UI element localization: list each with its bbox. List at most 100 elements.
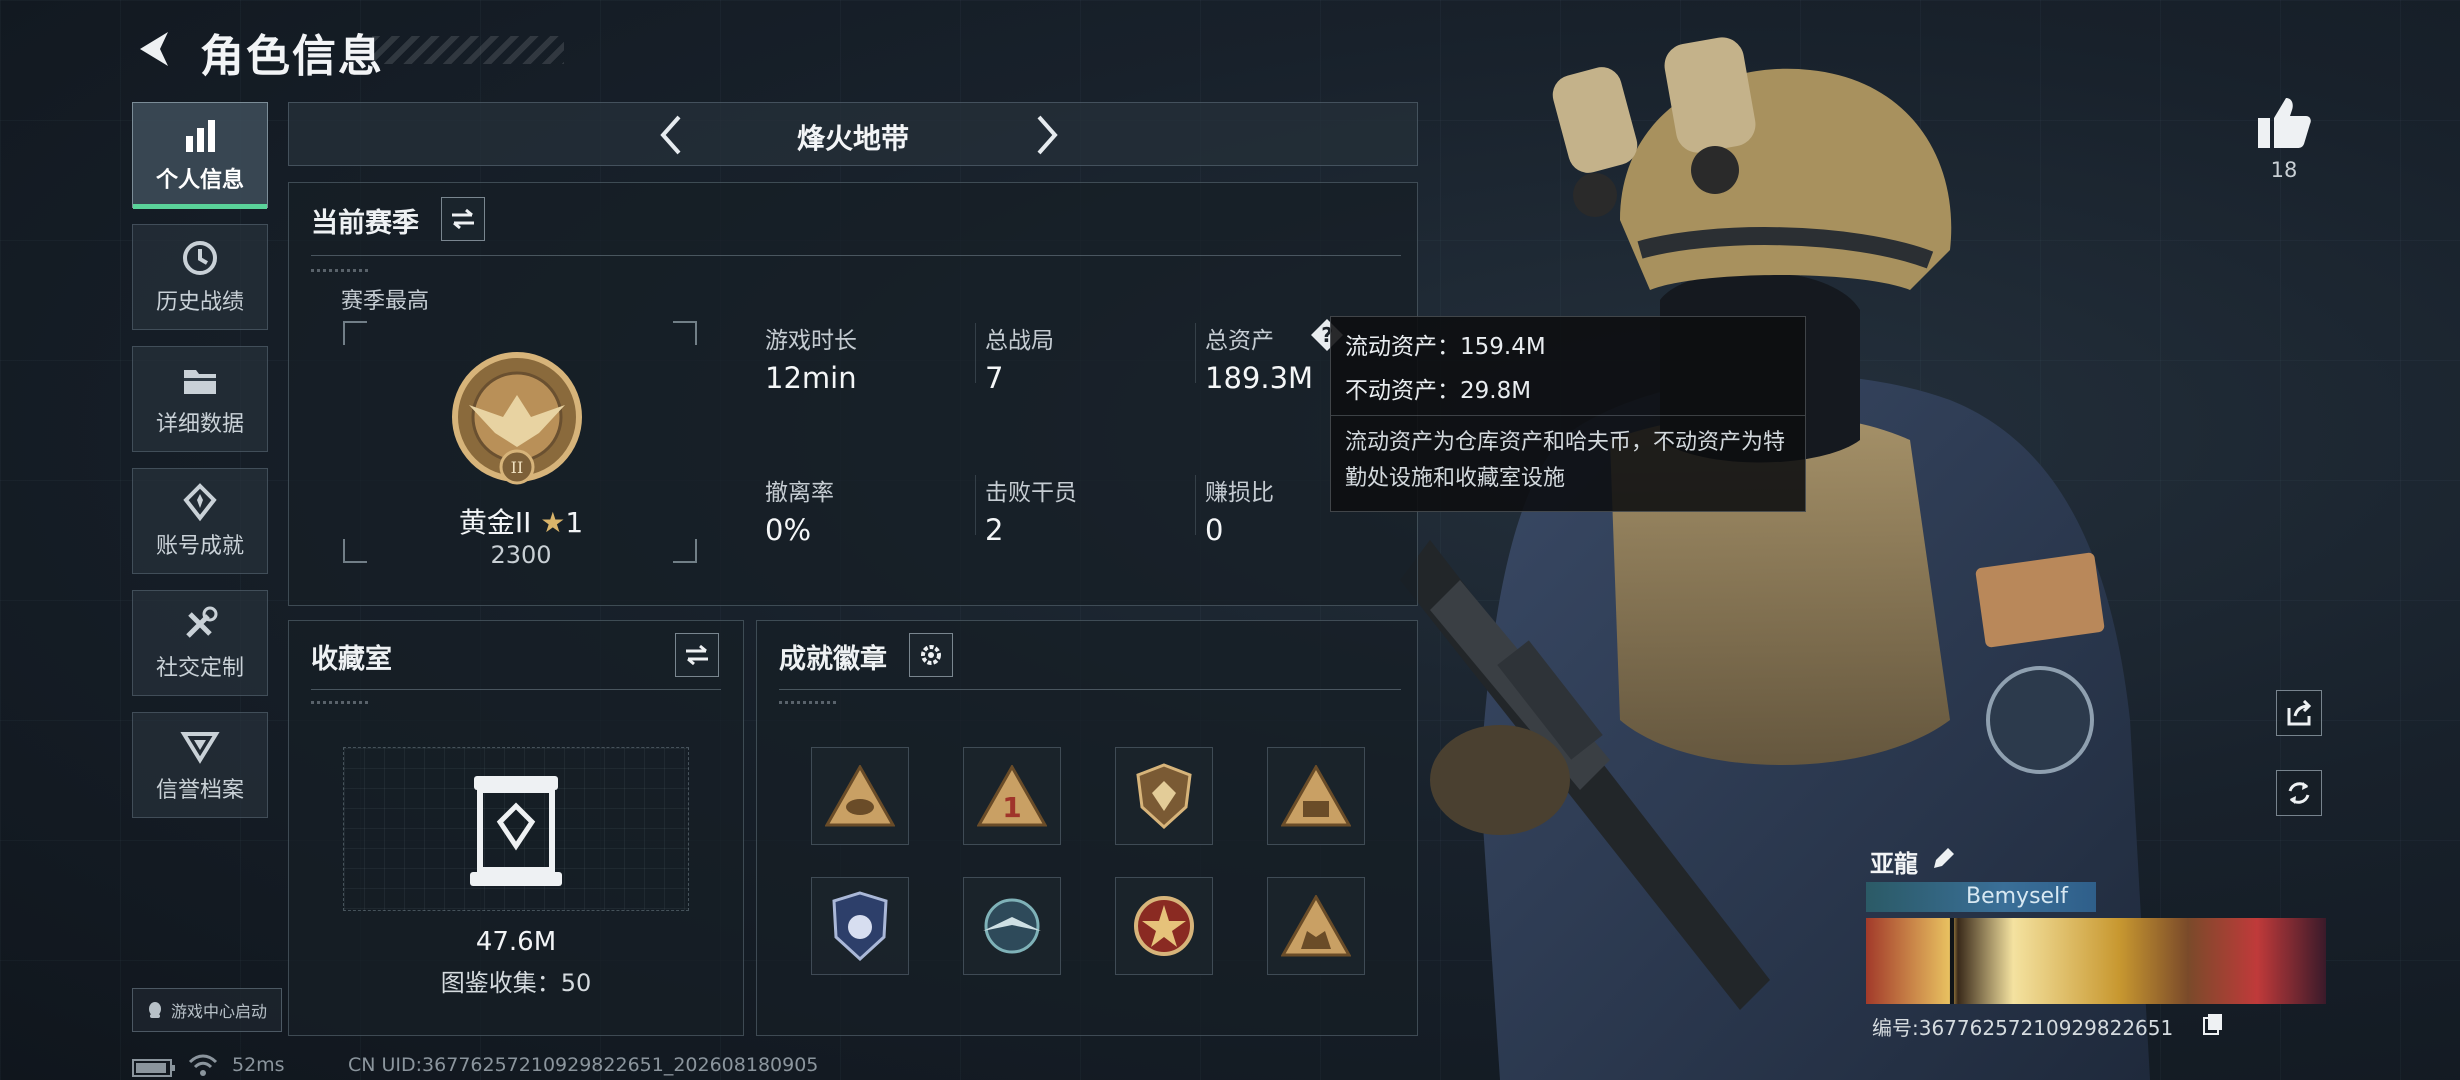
next-mode-arrow-icon[interactable] — [1021, 111, 1069, 159]
badge-item[interactable] — [963, 877, 1061, 975]
stat-label: 击败干员 — [985, 480, 1077, 506]
refresh-button[interactable] — [2276, 770, 2322, 816]
collection-value: 47.6M — [475, 927, 557, 957]
stat-separator — [1195, 323, 1196, 383]
thumbs-up-icon[interactable] — [2256, 96, 2312, 150]
badge-item[interactable] — [811, 747, 909, 845]
stat-label: 赚损比 — [1205, 480, 1274, 506]
svg-text:1: 1 — [1002, 791, 1021, 824]
badges-title: 成就徽章 — [779, 644, 887, 675]
page-title: 角色信息 — [200, 31, 384, 82]
title-decoration — [372, 36, 564, 64]
badges-panel: 成就徽章 1 — [756, 620, 1418, 1036]
rank-name: 黄金II — [458, 506, 532, 539]
share-button[interactable] — [2276, 690, 2322, 736]
tooltip-divider — [1331, 415, 1805, 416]
asset-tooltip: 流动资产：159.4M 不动资产：29.8M 流动资产为仓库资产和哈夫币，不动资… — [1330, 316, 1806, 512]
beast-badge-icon — [1281, 895, 1351, 957]
gear-icon — [921, 645, 941, 665]
number-one-badge-icon: 1 — [977, 765, 1047, 827]
gold-rank-emblem-icon: II — [452, 352, 582, 485]
star-badge-icon — [1134, 896, 1194, 956]
nav-label: 详细数据 — [155, 412, 244, 437]
badge-item[interactable] — [1115, 747, 1213, 845]
wifi-icon — [188, 1054, 218, 1076]
wing-badge-icon — [983, 898, 1041, 954]
badge-item[interactable] — [1267, 877, 1365, 975]
nav-item-personal-info[interactable]: 个人信息 — [132, 102, 268, 209]
nav-item-achievements[interactable]: 账号成就 — [132, 468, 268, 574]
collection-catalog: 图鉴收集：50 — [440, 969, 592, 997]
shield-badge-icon — [1136, 763, 1192, 829]
collection-preview[interactable] — [343, 747, 689, 911]
stat-value: 0 — [1205, 513, 1224, 547]
stat-value: 7 — [985, 361, 1004, 395]
frame-corner — [673, 321, 697, 345]
ping-value: 52ms — [232, 1054, 285, 1076]
frame-corner — [343, 321, 367, 345]
police-badge-icon — [832, 891, 888, 961]
number-56-badge-icon — [1281, 765, 1351, 827]
rank-score: 2300 — [490, 541, 552, 569]
display-case-icon — [470, 776, 562, 886]
mode-selector: 烽火地带 — [288, 102, 1418, 166]
tooltip-fixed-assets: 不动资产：29.8M — [1345, 378, 1532, 404]
history-icon — [183, 241, 217, 275]
nav-item-social-custom[interactable]: 社交定制 — [132, 590, 268, 696]
badge-item[interactable] — [811, 877, 909, 975]
game-center-launch-button[interactable]: 游戏中心启动 — [132, 988, 282, 1032]
season-best-label: 赛季最高 — [341, 289, 430, 314]
copy-icon[interactable] — [2202, 1012, 2224, 1036]
rank-stars: 1 — [565, 506, 584, 539]
credit-icon — [180, 732, 220, 764]
stat-label: 总资产 — [1205, 328, 1274, 354]
stat-label: 撤离率 — [765, 480, 834, 506]
tooltip-description: 流动资产为仓库资产和哈夫币，不动资产为特勤处设施和收藏室设施 — [1345, 430, 1786, 491]
deco-line — [779, 701, 839, 704]
stat-value: 2 — [985, 513, 1004, 547]
season-title: 当前赛季 — [311, 208, 419, 239]
mode-name: 烽火地带 — [796, 122, 909, 155]
collection-title: 收藏室 — [311, 644, 392, 675]
season-switch-button[interactable] — [441, 197, 485, 241]
badge-item[interactable]: 1 — [963, 747, 1061, 845]
collection-switch-button[interactable] — [675, 633, 719, 677]
nav-label: 信誉档案 — [155, 778, 244, 803]
refresh-icon — [2288, 782, 2310, 804]
bar-chart-icon — [186, 120, 215, 152]
deco-line — [311, 269, 371, 272]
badge-item[interactable] — [1267, 747, 1365, 845]
qq-icon — [148, 1002, 161, 1018]
frame-corner — [673, 539, 697, 563]
triangle-badge-icon — [825, 765, 895, 827]
collection-panel: 收藏室 47.6M 图鉴收集：50 — [288, 620, 744, 1036]
badges-settings-button[interactable] — [909, 633, 953, 677]
uid-text: CN UID:36776257210929822651_202608180905 — [348, 1054, 819, 1076]
swap-icon — [452, 208, 474, 230]
nav-label: 历史战绩 — [155, 290, 244, 315]
deco-line — [311, 701, 371, 704]
stat-label: 总战局 — [985, 328, 1054, 354]
player-id: 编号:3677625721092982265​1 — [1872, 1016, 2174, 1040]
edit-pencil-icon[interactable] — [1930, 846, 1956, 872]
stat-value: 189.3M — [1205, 361, 1314, 395]
nav-item-detailed-data[interactable]: 详细数据 — [132, 346, 268, 452]
back-arrow-icon[interactable] — [132, 26, 178, 72]
season-divider — [311, 255, 1401, 256]
badge-item[interactable] — [1115, 877, 1213, 975]
battery-icon — [132, 1059, 175, 1077]
nav-item-credit-record[interactable]: 信誉档案 — [132, 712, 268, 818]
season-panel: 当前赛季 赛季最高 II 黄金II ★1 2300 游戏时长 12min 总战局… — [288, 182, 1418, 606]
nav-label: 账号成就 — [155, 534, 244, 559]
player-card: 亚龍 Bemyself 编号:3677625721092982265​1 — [1866, 840, 2386, 1040]
stat-label: 游戏时长 — [765, 328, 857, 354]
badges-divider — [779, 689, 1401, 690]
svg-text:II: II — [511, 458, 524, 477]
stat-value: 12min — [765, 361, 857, 395]
nav-item-history[interactable]: 历史战绩 — [132, 224, 268, 330]
launch-label: 游戏中心启动 — [170, 1002, 267, 1021]
player-tag-bar: Bemyself — [1866, 882, 2096, 912]
stat-value: 0% — [765, 513, 812, 547]
player-name: 亚龍 — [1870, 850, 1918, 878]
swap-icon — [686, 644, 708, 666]
